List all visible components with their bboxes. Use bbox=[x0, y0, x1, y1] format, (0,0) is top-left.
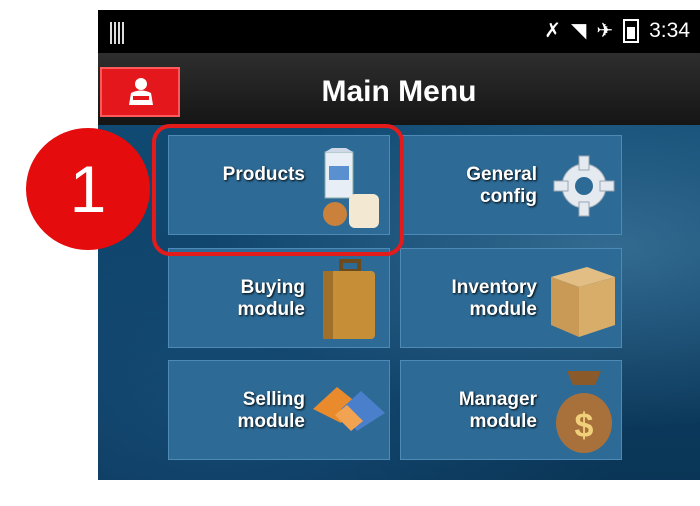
inventory-label-line2: module bbox=[469, 299, 537, 320]
general-config-label-line1: General bbox=[466, 164, 537, 185]
svg-text:$: $ bbox=[575, 407, 594, 445]
airplane-icon: ✈ bbox=[596, 20, 614, 42]
app-bar: Main Menu bbox=[98, 53, 700, 125]
buying-label-line1: Buying bbox=[240, 277, 305, 298]
manager-label-line1: Manager bbox=[458, 389, 537, 410]
money-bag-icon: $ bbox=[556, 371, 612, 453]
buying-module-tile[interactable]: Buying module bbox=[168, 248, 390, 348]
mute-icon: ✗ bbox=[544, 20, 561, 42]
selling-label-line2: module bbox=[237, 411, 305, 432]
manager-label-line2: module bbox=[469, 411, 537, 432]
highlight-box bbox=[152, 124, 404, 256]
general-config-tile[interactable]: General config bbox=[400, 135, 622, 235]
step-number-badge: 1 bbox=[26, 128, 150, 250]
status-time: 3:34 bbox=[649, 18, 690, 42]
buying-label-line2: module bbox=[237, 299, 305, 320]
wifi-icon: ◥ bbox=[570, 20, 587, 42]
page-title: Main Menu bbox=[321, 75, 477, 108]
selling-label-line1: Selling bbox=[242, 389, 305, 410]
inventory-module-tile[interactable]: Inventory module bbox=[400, 248, 622, 348]
barcode-icon bbox=[110, 22, 126, 44]
selling-module-tile[interactable]: Selling module bbox=[168, 360, 390, 460]
gear-icon bbox=[553, 155, 615, 217]
status-bar: ✗ ◥ ✈ 3:34 bbox=[98, 10, 700, 53]
box-icon bbox=[551, 267, 615, 337]
inventory-label-line1: Inventory bbox=[451, 277, 537, 298]
briefcase-icon bbox=[323, 259, 375, 339]
general-config-label-line2: config bbox=[480, 186, 537, 207]
battery-icon bbox=[623, 18, 640, 43]
manager-module-tile[interactable]: Manager module $ bbox=[400, 360, 622, 460]
handshake-icon bbox=[313, 387, 385, 431]
